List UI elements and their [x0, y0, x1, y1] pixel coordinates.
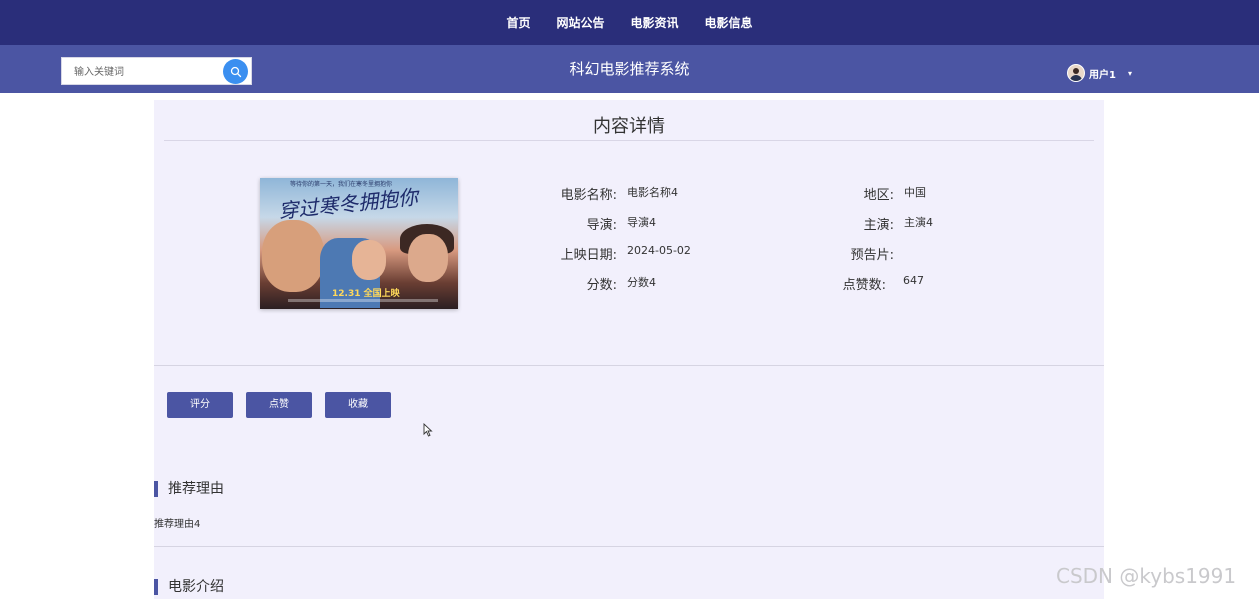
star-label: 主演:: [863, 218, 894, 233]
region-value: 中国: [904, 186, 926, 199]
score-label: 分数:: [586, 278, 617, 293]
title-divider: [164, 140, 1094, 141]
region-label: 地区:: [863, 188, 894, 203]
movie-intro-title: 电影介绍: [154, 579, 224, 595]
nav-item-home[interactable]: 首页: [506, 14, 530, 31]
likes-value: 647: [903, 274, 924, 287]
nav-item-movie-news[interactable]: 电影资讯: [631, 14, 679, 31]
section-divider-2: [154, 546, 1104, 547]
director-label: 导演:: [586, 218, 617, 233]
search-button[interactable]: [223, 59, 248, 84]
poster-release-text: 12.31 全国上映: [332, 289, 400, 299]
avatar: [1067, 64, 1085, 82]
section-divider: [154, 365, 1104, 366]
top-navigation: 首页 网站公告 电影资讯 电影信息: [0, 0, 1259, 45]
star-value: 主演4: [904, 216, 933, 229]
search-box: [61, 57, 252, 85]
mouse-cursor-icon: [423, 423, 433, 437]
name-label: 电影名称:: [560, 188, 617, 203]
watermark: CSDN @kybs1991: [1056, 564, 1237, 588]
release-date-value: 2024-05-02: [627, 244, 691, 257]
director-value: 导演4: [627, 216, 656, 229]
recommend-reason-title: 推荐理由: [154, 481, 224, 497]
likes-label: 点赞数:: [842, 278, 886, 293]
content-panel: 内容详情 等待你的第一天，我们在寒冬里拥抱你 穿过寒冬拥抱你 12.31 全国上…: [154, 100, 1104, 599]
rate-button[interactable]: 评分: [167, 392, 233, 418]
name-value: 电影名称4: [627, 186, 678, 199]
score-value: 分数4: [627, 276, 656, 289]
trailer-label: 预告片:: [850, 248, 894, 263]
release-date-label: 上映日期:: [560, 248, 617, 263]
like-button[interactable]: 点赞: [246, 392, 312, 418]
search-icon: [230, 66, 241, 77]
user-name: 用户1: [1089, 69, 1116, 81]
nav-item-announcements[interactable]: 网站公告: [556, 14, 604, 31]
movie-poster: 等待你的第一天，我们在寒冬里拥抱你 穿过寒冬拥抱你 12.31 全国上映: [260, 178, 458, 309]
recommend-reason-text: 推荐理由4: [154, 519, 201, 530]
search-input[interactable]: [72, 63, 226, 81]
collect-button[interactable]: 收藏: [325, 392, 391, 418]
chevron-down-icon: ▾: [1127, 68, 1132, 78]
page-title: 内容详情: [593, 116, 665, 137]
nav-item-movie-info[interactable]: 电影信息: [705, 14, 753, 31]
user-menu[interactable]: 用户1 ▾: [1067, 64, 1132, 82]
